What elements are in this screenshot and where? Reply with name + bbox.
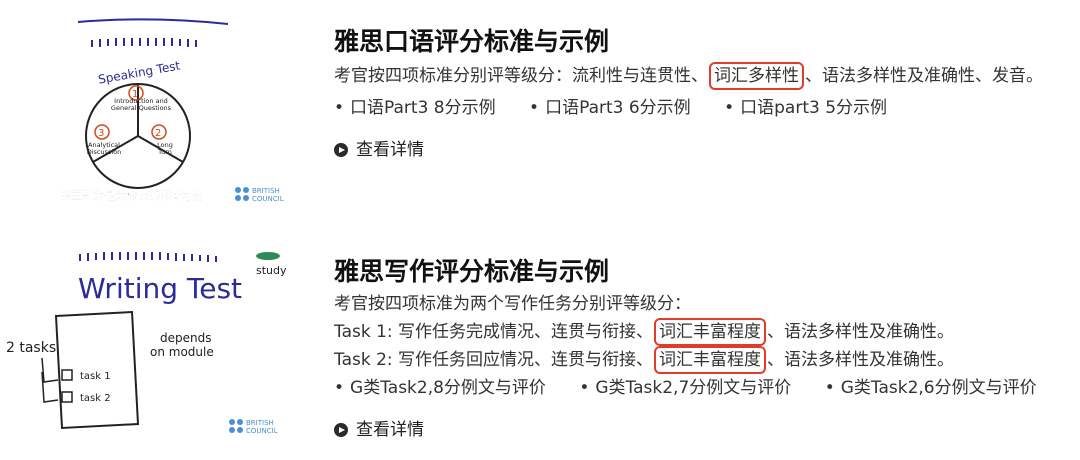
play-circle-icon [334, 423, 348, 437]
video-caption: 第三部分是分析性的问答讨论 [60, 188, 204, 202]
tasks-label: 2 tasks [6, 340, 56, 356]
svg-text:study: study [256, 264, 287, 277]
highlighted-term: 词汇多样性 [709, 62, 804, 90]
writing-thumbnail[interactable]: Writing Test study 2 tasks task 1 task 2… [0, 242, 290, 448]
speaking-card: Speaking Test 1 3 2 Introduction and Gen… [0, 0, 1080, 222]
example-links: • G类Task2,8分例文与评价 • G类Task2,7分例文与评价 • G类Tas… [334, 374, 1070, 402]
example-link[interactable]: • 口语Part3 6分示例 [529, 98, 691, 118]
highlighted-term: 词汇丰富程度 [654, 318, 767, 346]
speaking-content: 雅思口语评分标准与示例 考官按四项标准分别评等级分：流利性与连贯性、 词汇多样性、… [334, 0, 1070, 162]
task2-label: task 2 [80, 393, 111, 404]
card-description: 考官按四项标准为两个写作任务分别评等级分： [334, 294, 691, 314]
speaking-thumbnail[interactable]: Speaking Test 1 3 2 Introduction and Gen… [0, 0, 308, 212]
decorative-ticks [77, 18, 229, 47]
example-link[interactable]: • 口语Part3 8分示例 [334, 98, 496, 118]
writing-card: Writing Test study 2 tasks task 1 task 2… [0, 236, 1080, 460]
depends-label: depends [160, 331, 211, 345]
highlighted-term: 词汇丰富程度 [654, 346, 767, 374]
example-link[interactable]: • G类Task2,6分例文与评价 [825, 378, 1037, 398]
view-details-link[interactable]: 查看详情 [334, 418, 424, 442]
study-badge: study [256, 252, 287, 277]
writing-content: 雅思写作评分标准与示例 考官按四项标准为两个写作任务分别评等级分： Task 1… [334, 236, 1070, 442]
step-intro-label: Introduction and General Questions [110, 98, 172, 112]
view-details-link[interactable]: 查看详情 [334, 138, 424, 162]
speaking-test-heading: Speaking Test [97, 58, 181, 86]
example-link[interactable]: • G类Task2,7分例文与评价 [579, 378, 791, 398]
card-title[interactable]: 雅思写作评分标准与示例 [334, 256, 1070, 288]
step-long-turn-label: Long Turn [157, 142, 173, 156]
play-circle-icon [334, 143, 348, 157]
example-links: • 口语Part3 8分示例 • 口语Part3 6分示例 • 口语part3 5分示… [334, 94, 1070, 122]
task1-criteria: Task 1: 写作任务完成情况、连贯与衔接、 词汇丰富程度 、语法多样性及准确性。 [334, 318, 1070, 346]
example-link[interactable]: • 口语part3 5分示例 [724, 98, 887, 118]
task2-criteria: Task 2: 写作任务回应情况、连贯与衔接、 词汇丰富程度 、语法多样性及准确性。 [334, 346, 1070, 374]
decorative-ticks [79, 252, 217, 262]
svg-text:3: 3 [98, 128, 104, 139]
british-council-logo: BRITISH COUNCIL [235, 187, 284, 203]
step-discussion-label: Analytical Discussion [86, 142, 122, 156]
svg-text:BRITISH: BRITISH [252, 187, 280, 195]
card-description: 考官按四项标准分别评等级分：流利性与连贯性、 词汇多样性 、语法多样性及准确性、发音… [334, 62, 1070, 90]
svg-text:COUNCIL: COUNCIL [246, 427, 278, 435]
speaking-test-illustration: Speaking Test 1 3 2 Introduction and Gen… [60, 18, 284, 203]
card-title[interactable]: 雅思口语评分标准与示例 [334, 26, 1070, 58]
svg-text:COUNCIL: COUNCIL [252, 195, 284, 203]
svg-text:BRITISH: BRITISH [246, 419, 274, 427]
on-module-label: on module [150, 345, 214, 359]
writing-test-heading: Writing Test [78, 272, 242, 305]
example-link[interactable]: • G类Task2,8分例文与评价 [334, 378, 546, 398]
task1-label: task 1 [80, 371, 111, 382]
british-council-logo: BRITISH COUNCIL [229, 419, 278, 435]
writing-test-illustration: Writing Test study 2 tasks task 1 task 2… [6, 252, 287, 435]
